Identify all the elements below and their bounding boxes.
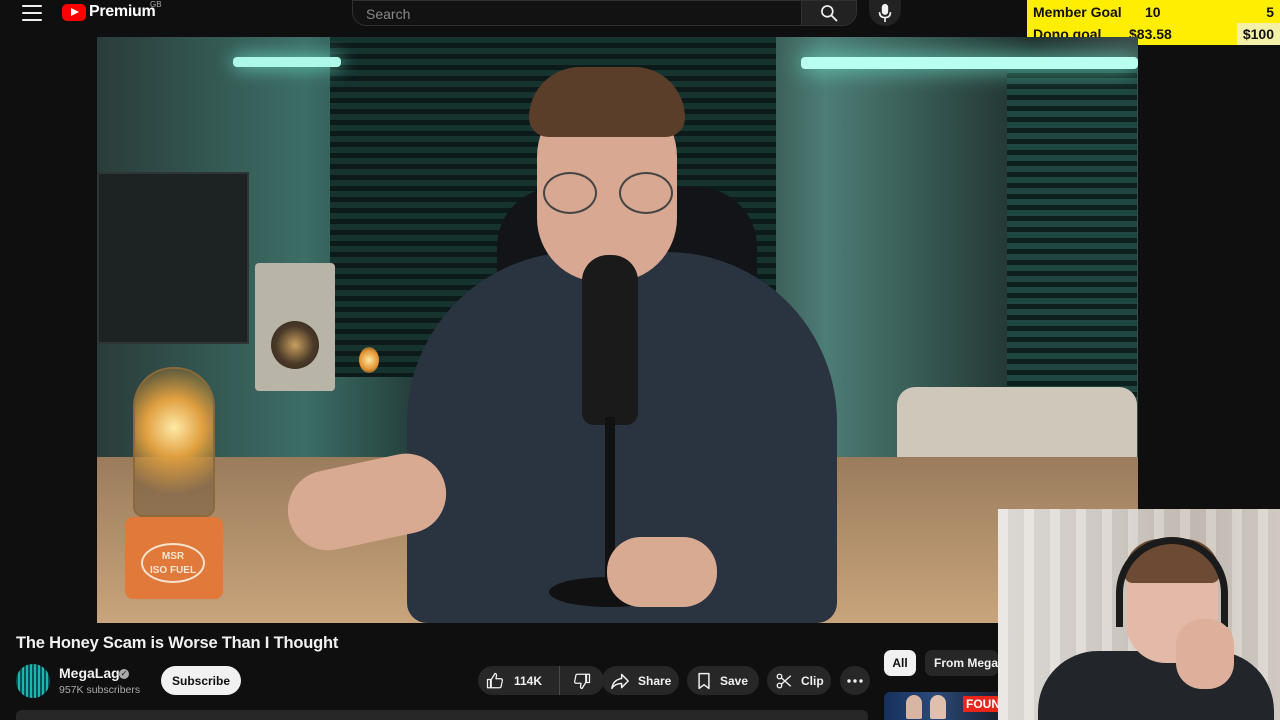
chip-all[interactable]: All <box>884 650 916 676</box>
background-speaker <box>255 263 335 391</box>
streamer-webcam <box>998 509 1280 720</box>
member-goal-label: Member Goal <box>1033 4 1122 20</box>
thumbnail-person <box>906 695 922 719</box>
channel-name[interactable]: MegaLag <box>59 665 120 681</box>
menu-icon[interactable] <box>22 5 42 21</box>
like-count: 114K <box>514 673 543 688</box>
search-button[interactable] <box>801 0 857 26</box>
cage-lamp <box>133 367 215 517</box>
dislike-button[interactable] <box>560 666 604 695</box>
chip-from-channel[interactable]: From MegaL <box>925 650 998 676</box>
logo-text: Premium <box>89 3 156 20</box>
save-label: Save <box>720 673 749 688</box>
canister-label: MSR ISO FUEL <box>141 543 205 583</box>
search-input[interactable]: Search <box>352 0 801 26</box>
youtube-premium-logo[interactable]: Premium <box>62 3 156 21</box>
member-goal-current: 10 <box>1145 4 1161 20</box>
thumbs-down-icon <box>573 673 591 689</box>
voice-search-button[interactable] <box>869 0 901 26</box>
dono-goal-target: $100 <box>1236 23 1280 45</box>
webcam-hand <box>1176 619 1234 689</box>
clip-label: Clip <box>801 673 824 688</box>
background-monitor <box>97 172 249 344</box>
mic-icon <box>878 3 892 23</box>
more-actions-button[interactable] <box>840 666 870 695</box>
more-horizontal-icon <box>847 678 863 683</box>
channel-avatar[interactable] <box>16 664 50 698</box>
subscribe-button[interactable]: Subscribe <box>161 666 241 695</box>
share-icon <box>611 673 629 689</box>
related-video-thumbnail[interactable]: FOUN <box>884 692 998 720</box>
search-icon <box>821 5 838 22</box>
subscriber-count: 957K subscribers <box>59 684 141 696</box>
ceiling-light-left <box>233 57 341 67</box>
studio-microphone <box>582 255 638 425</box>
scissors-icon <box>776 673 792 688</box>
player-edge <box>0 37 3 623</box>
share-label: Share <box>638 673 672 688</box>
member-goal-target: 5 <box>1266 4 1274 20</box>
background-blinds-right <box>1007 67 1137 397</box>
region-code: GB <box>150 0 162 9</box>
bookmark-icon <box>698 672 710 689</box>
video-player[interactable]: MSR ISO FUEL <box>97 37 1138 623</box>
verified-check-icon: ✓ <box>119 669 129 679</box>
search-placeholder: Search <box>366 6 411 22</box>
presenter-hand-right <box>607 537 717 607</box>
thumbnail-text: FOUN <box>963 696 998 712</box>
background-lamp-glow <box>359 347 379 373</box>
save-button[interactable]: Save <box>687 666 759 695</box>
like-dislike-group: 114K <box>478 666 604 695</box>
youtube-play-icon <box>62 3 86 21</box>
thumbs-up-icon <box>486 672 504 688</box>
like-button[interactable]: 114K <box>478 666 560 695</box>
ceiling-light-right <box>801 57 1138 69</box>
thumbnail-person <box>930 695 946 719</box>
description-box[interactable] <box>16 710 868 720</box>
presenter-hair <box>529 67 685 137</box>
share-button[interactable]: Share <box>602 666 679 695</box>
presenter-glasses <box>543 172 673 214</box>
clip-button[interactable]: Clip <box>767 666 831 695</box>
video-title: The Honey Scam is Worse Than I Thought <box>16 634 339 652</box>
member-goal-row: Member Goal 10 5 <box>1027 1 1280 23</box>
